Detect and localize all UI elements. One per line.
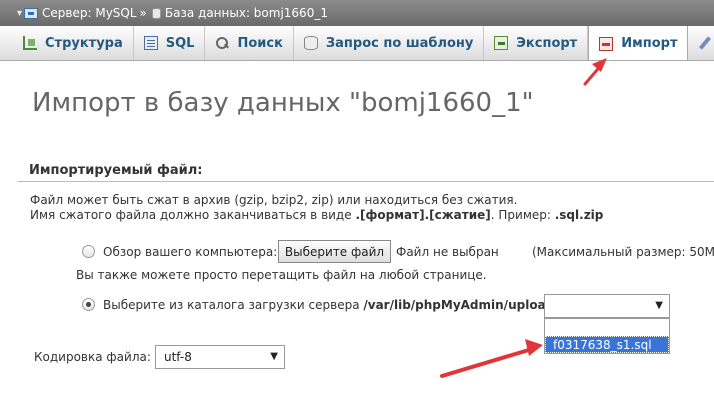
tab-operations[interactable]: Оп <box>688 26 714 60</box>
search-icon <box>215 36 229 50</box>
compression-note: Файл может быть сжат в архив (gzip, bzip… <box>30 193 518 207</box>
filename-note-middle: . Пример: <box>490 208 555 222</box>
breadcrumb-database-label: База данных: bomj1660_1 <box>164 6 328 20</box>
server-icon <box>24 7 39 19</box>
tab-search-label: Поиск <box>237 35 283 51</box>
server-option-prefix: Выберите из каталога загрузки сервера <box>103 298 364 312</box>
tab-sql-label: SQL <box>165 35 195 51</box>
breadcrumb-database[interactable]: База данных: bomj1660_1 <box>150 6 328 20</box>
import-section-heading: Импортируемый файл: <box>29 163 203 178</box>
page-title: Импорт в базу данных "bomj1660_1" <box>32 88 534 118</box>
chevron-down-icon: ▼ <box>655 300 663 311</box>
query-icon <box>303 36 318 50</box>
server-file-dropdown: f0317638_s1.sql <box>544 318 670 354</box>
tab-query[interactable]: Запрос по шаблону <box>294 26 485 60</box>
filename-note-prefix: Имя сжатого файла должно заканчиваться в… <box>30 208 356 222</box>
breadcrumb-separator: » <box>139 6 147 20</box>
export-icon <box>494 36 509 50</box>
tab-export[interactable]: Экспорт <box>484 26 589 60</box>
arrow-to-server-file <box>440 339 543 378</box>
tab-structure[interactable]: Структура <box>13 26 134 60</box>
tab-search[interactable]: Поиск <box>205 26 294 60</box>
choose-file-button[interactable]: Выберите файл <box>278 240 391 263</box>
upload-option-label: Обзор вашего компьютера: <box>103 245 278 259</box>
server-file-option-empty[interactable] <box>545 319 669 336</box>
sql-icon <box>143 36 158 50</box>
tab-query-label: Запрос по шаблону <box>325 35 474 51</box>
breadcrumb-server[interactable]: Сервер: MySQL <box>24 6 137 20</box>
wrench-icon <box>698 36 712 50</box>
filename-note: Имя сжатого файла должно заканчиваться в… <box>30 208 603 222</box>
max-size-text: (Максимальный размер: 50МБ <box>532 245 714 259</box>
tab-sql[interactable]: SQL <box>134 26 206 60</box>
tab-bar: Структура SQL Поиск Запрос по шаблону Эк… <box>0 26 714 61</box>
structure-icon <box>23 36 37 50</box>
breadcrumb-start-arrow: ▾ <box>17 7 23 19</box>
no-file-chosen-text: Файл не выбран <box>396 245 499 259</box>
breadcrumb-bar: ▾ Сервер: MySQL » База данных: bomj1660_… <box>0 0 714 26</box>
import-icon <box>599 36 614 51</box>
filename-note-format: .[формат].[сжатие] <box>355 208 491 222</box>
encoding-label: Кодировка файла: <box>34 350 151 364</box>
arrow-to-import-tab <box>583 58 607 86</box>
section-divider <box>18 181 714 182</box>
drag-drop-note: Вы также можете просто перетащить файл н… <box>76 268 487 282</box>
tab-import-label: Импорт <box>621 36 678 51</box>
breadcrumb-server-label: Сервер: MySQL <box>42 6 137 20</box>
chevron-down-icon: ▼ <box>270 351 278 362</box>
tab-structure-label: Структура <box>45 35 123 51</box>
filename-note-example: .sql.zip <box>554 208 604 222</box>
server-upload-path: /var/lib/phpMyAdmin/upload/ <box>363 298 559 312</box>
server-file-option-selected[interactable]: f0317638_s1.sql <box>545 336 669 353</box>
server-option-label: Выберите из каталога загрузки сервера /v… <box>103 298 563 312</box>
server-file-select[interactable]: ▼ <box>544 294 670 318</box>
tab-import[interactable]: Импорт <box>588 26 689 60</box>
database-icon <box>151 7 161 19</box>
server-dir-radio[interactable] <box>82 298 95 311</box>
encoding-value: utf-8 <box>164 350 192 364</box>
upload-radio[interactable] <box>82 245 95 258</box>
tab-export-label: Экспорт <box>516 35 578 51</box>
encoding-select[interactable]: utf-8 ▼ <box>155 345 285 369</box>
